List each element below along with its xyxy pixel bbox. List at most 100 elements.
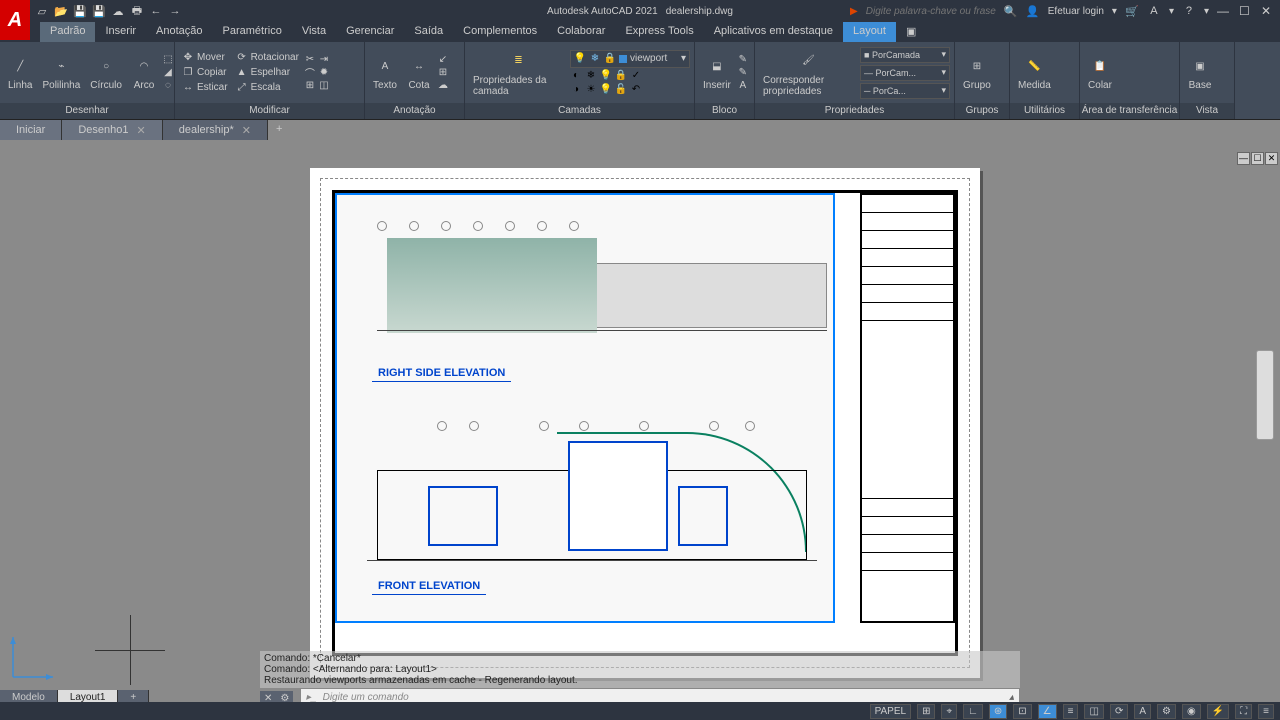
menu-complementos[interactable]: Complementos	[453, 22, 547, 42]
workspace-icon[interactable]: ⚙	[1157, 704, 1176, 719]
menu-apps[interactable]: Aplicativos em destaque	[704, 22, 843, 42]
grid-toggle-icon[interactable]: ⊞	[917, 704, 935, 719]
arc-button[interactable]: ◠Arco	[128, 52, 160, 93]
group-button[interactable]: ⊞Grupo	[959, 52, 995, 93]
layer-prev-icon[interactable]: ↶	[630, 84, 642, 96]
layer-thaw-icon[interactable]: ☀	[585, 84, 597, 96]
menu-layout[interactable]: Layout	[843, 22, 896, 42]
stretch-button[interactable]: ↔Esticar	[179, 81, 231, 95]
explode-icon[interactable]: ✹	[318, 67, 330, 79]
tab-desenho1[interactable]: Desenho1✕	[62, 120, 162, 140]
rect-icon[interactable]: ⬚	[162, 54, 174, 66]
open-icon[interactable]: 📂	[54, 4, 68, 18]
panel-groups-title[interactable]: Grupos	[955, 103, 1009, 119]
close-icon[interactable]: ✕	[242, 124, 251, 137]
chevron-down-icon[interactable]: ▾	[1204, 6, 1209, 17]
layer-iso-icon[interactable]: ◐	[570, 70, 582, 82]
lineweight-toggle-icon[interactable]: ≡	[1063, 704, 1079, 719]
fillet-icon[interactable]: ⌒	[304, 67, 316, 79]
annotation-scale-icon[interactable]: A	[1134, 704, 1151, 719]
scale-button[interactable]: ⤢Escala	[233, 81, 302, 95]
menu-inserir[interactable]: Inserir	[95, 22, 146, 42]
linetype-combo[interactable]: ─ PorCa...▾	[860, 83, 950, 99]
polar-toggle-icon[interactable]: ⊛	[989, 704, 1007, 719]
ortho-toggle-icon[interactable]: ∟	[963, 704, 983, 719]
tab-start[interactable]: Iniciar	[0, 120, 62, 140]
save-icon[interactable]: 💾	[73, 4, 87, 18]
transparency-toggle-icon[interactable]: ◫	[1084, 704, 1103, 719]
lineweight-combo[interactable]: — PorCam...▾	[860, 65, 950, 81]
cart-icon[interactable]: 🛒	[1125, 4, 1139, 18]
rotate-button[interactable]: ⟳Rotacionar	[233, 51, 302, 65]
redo-icon[interactable]: →	[168, 4, 182, 18]
selection-cycle-icon[interactable]: ⟳	[1110, 704, 1128, 719]
appstore-icon[interactable]: A	[1147, 4, 1161, 18]
copy-button[interactable]: ❐Copiar	[179, 66, 231, 80]
hatch-icon[interactable]: ◢	[162, 67, 174, 79]
panel-draw-title[interactable]: Desenhar	[0, 103, 174, 119]
layer-off-icon[interactable]: 💡	[600, 70, 612, 82]
app-logo[interactable]: A	[0, 0, 30, 40]
menu-express[interactable]: Express Tools	[615, 22, 703, 42]
layer-on-icon[interactable]: 💡	[600, 84, 612, 96]
circle-button[interactable]: ○Círculo	[86, 52, 126, 93]
mirror-button[interactable]: ▲Espelhar	[233, 66, 302, 80]
close-button[interactable]: ✕	[1261, 4, 1275, 18]
panel-anot-title[interactable]: Anotação	[365, 103, 464, 119]
trim-icon[interactable]: ✂	[304, 54, 316, 66]
add-tab-button[interactable]: +	[268, 120, 290, 140]
cloud-icon[interactable]: ☁	[437, 80, 449, 92]
color-combo[interactable]: ■ PorCamada▾	[860, 47, 950, 63]
tab-dealership[interactable]: dealership*✕	[163, 120, 268, 140]
move-button[interactable]: ✥Mover	[179, 51, 231, 65]
close-icon[interactable]: ✕	[137, 124, 146, 137]
panel-block-title[interactable]: Bloco	[695, 103, 754, 119]
space-indicator[interactable]: PAPEL	[870, 704, 912, 719]
menu-colaborar[interactable]: Colaborar	[547, 22, 615, 42]
help-icon[interactable]: ?	[1182, 4, 1196, 18]
new-icon[interactable]: ▱	[35, 4, 49, 18]
customize-status-icon[interactable]: ≡	[1258, 704, 1274, 719]
search-input[interactable]	[866, 6, 996, 17]
layer-match-icon[interactable]: ✓	[630, 70, 642, 82]
menu-padrao[interactable]: Padrão	[40, 22, 95, 42]
panel-layers-title[interactable]: Camadas	[465, 103, 694, 119]
layer-combo[interactable]: 💡 ❄ 🔒 viewport ▾	[570, 50, 690, 68]
snap-toggle-icon[interactable]: ⌖	[941, 704, 957, 719]
vp-close-icon[interactable]: ✕	[1265, 152, 1278, 165]
vp-minimize-icon[interactable]: —	[1237, 152, 1250, 165]
login-button[interactable]: Efetuar login	[1048, 6, 1104, 17]
viewport[interactable]: RIGHT SIDE ELEVATION FRONT ELEVATION	[335, 193, 835, 623]
insert-block-button[interactable]: ⬓Inserir	[699, 52, 735, 93]
cmd-scroll-icon[interactable]: ▴	[1009, 692, 1014, 703]
isolate-icon[interactable]: ◉	[1182, 704, 1201, 719]
table-icon[interactable]: ⊞	[437, 67, 449, 79]
vp-maximize-icon[interactable]: ☐	[1251, 152, 1264, 165]
paste-button[interactable]: 📋Colar	[1084, 52, 1116, 93]
layer-uniso-icon[interactable]: ◑	[570, 84, 582, 96]
panel-modify-title[interactable]: Modificar	[175, 103, 364, 119]
menu-parametrico[interactable]: Paramétrico	[213, 22, 292, 42]
attr-icon[interactable]: A	[737, 80, 749, 92]
array-icon[interactable]: ⊞	[304, 80, 316, 92]
panel-clip-title[interactable]: Área de transferência	[1080, 103, 1179, 119]
offset-icon[interactable]: ◫	[318, 80, 330, 92]
undo-icon[interactable]: ←	[149, 4, 163, 18]
text-button[interactable]: ATexto	[369, 52, 401, 93]
drawing-area[interactable]: — ☐ ✕ RIGHT SIDE ELEVATION	[0, 140, 1280, 690]
menu-vista[interactable]: Vista	[292, 22, 336, 42]
create-block-icon[interactable]: ✎	[737, 54, 749, 66]
plot-icon[interactable]: 🖶	[130, 4, 144, 18]
chevron-down-icon[interactable]: ▾	[1112, 6, 1117, 17]
dimension-button[interactable]: ↔Cota	[403, 52, 435, 93]
panel-view-title[interactable]: Vista	[1180, 103, 1234, 119]
layer-properties-button[interactable]: ≣Propriedades da camada	[469, 47, 568, 99]
menu-anotacao[interactable]: Anotação	[146, 22, 212, 42]
hardware-accel-icon[interactable]: ⚡	[1207, 704, 1229, 719]
panel-props-title[interactable]: Propriedades	[755, 103, 954, 119]
paper-sheet[interactable]: RIGHT SIDE ELEVATION FRONT ELEVATION	[310, 168, 980, 678]
menu-gerenciar[interactable]: Gerenciar	[336, 22, 404, 42]
minimize-button[interactable]: —	[1217, 4, 1231, 18]
edit-block-icon[interactable]: ✎	[737, 67, 749, 79]
user-icon[interactable]: 👤	[1026, 4, 1040, 18]
